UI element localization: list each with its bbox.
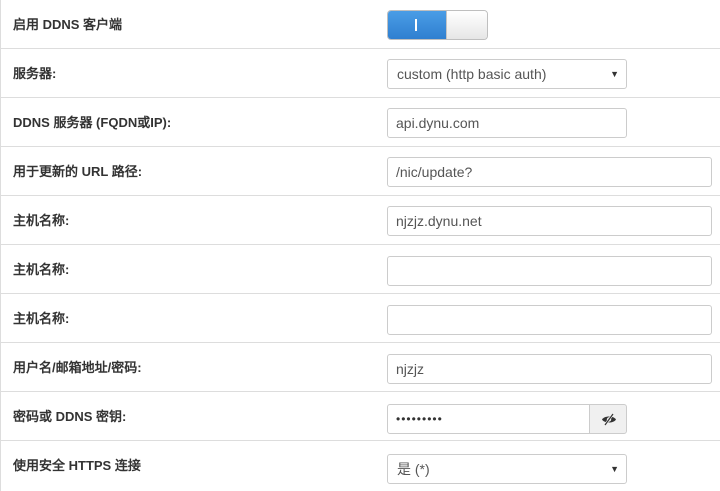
url-path-input[interactable]: /nic/update? xyxy=(387,157,712,187)
hostname-label: 主机名称: xyxy=(13,213,70,228)
row-url-path: 用于更新的 URL 路径: /nic/update? xyxy=(1,147,720,196)
caret-down-icon: ▼ xyxy=(610,69,619,79)
use-https-label: 使用安全 HTTPS 连接 xyxy=(13,458,141,473)
row-enable-ddns: 启用 DDNS 客户端 xyxy=(1,0,720,49)
show-password-button[interactable] xyxy=(589,404,627,434)
row-ddns-server: DDNS 服务器 (FQDN或IP): api.dynu.com xyxy=(1,98,720,147)
server-select[interactable]: custom (http basic auth) ▼ xyxy=(387,59,627,89)
caret-down-icon: ▼ xyxy=(610,464,619,474)
toggle-on-segment xyxy=(388,11,446,39)
row-use-https: 使用安全 HTTPS 连接 是 (*) ▼ xyxy=(1,441,720,490)
password-group: ••••••••• xyxy=(387,404,627,434)
row-password: 密码或 DDNS 密钥: ••••••••• xyxy=(1,392,720,441)
ddns-settings-form: 启用 DDNS 客户端 服务器: custom (http basic auth… xyxy=(0,0,720,491)
hostname-input-1[interactable]: njzjz.dynu.net xyxy=(387,206,712,236)
toggle-on-bar-icon xyxy=(415,19,417,31)
row-hostname-2: 主机名称: xyxy=(1,245,720,294)
eye-slash-icon xyxy=(602,413,616,426)
enable-ddns-toggle[interactable] xyxy=(387,10,488,40)
username-input[interactable]: njzjz xyxy=(387,354,712,384)
use-https-select-value: 是 (*) xyxy=(397,461,430,477)
row-hostname-3: 主机名称: xyxy=(1,294,720,343)
password-label: 密码或 DDNS 密钥: xyxy=(13,409,127,424)
row-server: 服务器: custom (http basic auth) ▼ xyxy=(1,49,720,98)
enable-ddns-label: 启用 DDNS 客户端 xyxy=(13,17,123,32)
hostname-label: 主机名称: xyxy=(13,311,70,326)
hostname-input-3[interactable] xyxy=(387,305,712,335)
ddns-server-input[interactable]: api.dynu.com xyxy=(387,108,627,138)
row-hostname-1: 主机名称: njzjz.dynu.net xyxy=(1,196,720,245)
toggle-knob[interactable] xyxy=(446,11,487,39)
server-select-value: custom (http basic auth) xyxy=(397,66,547,82)
password-input[interactable]: ••••••••• xyxy=(387,404,590,434)
url-path-label: 用于更新的 URL 路径: xyxy=(13,164,143,179)
hostname-label: 主机名称: xyxy=(13,262,70,277)
row-username: 用户名/邮箱地址/密码: njzjz xyxy=(1,343,720,392)
use-https-select[interactable]: 是 (*) ▼ xyxy=(387,454,627,484)
hostname-input-2[interactable] xyxy=(387,256,712,286)
ddns-server-label: DDNS 服务器 (FQDN或IP): xyxy=(13,115,172,130)
username-label: 用户名/邮箱地址/密码: xyxy=(13,360,142,375)
server-label: 服务器: xyxy=(13,66,57,81)
